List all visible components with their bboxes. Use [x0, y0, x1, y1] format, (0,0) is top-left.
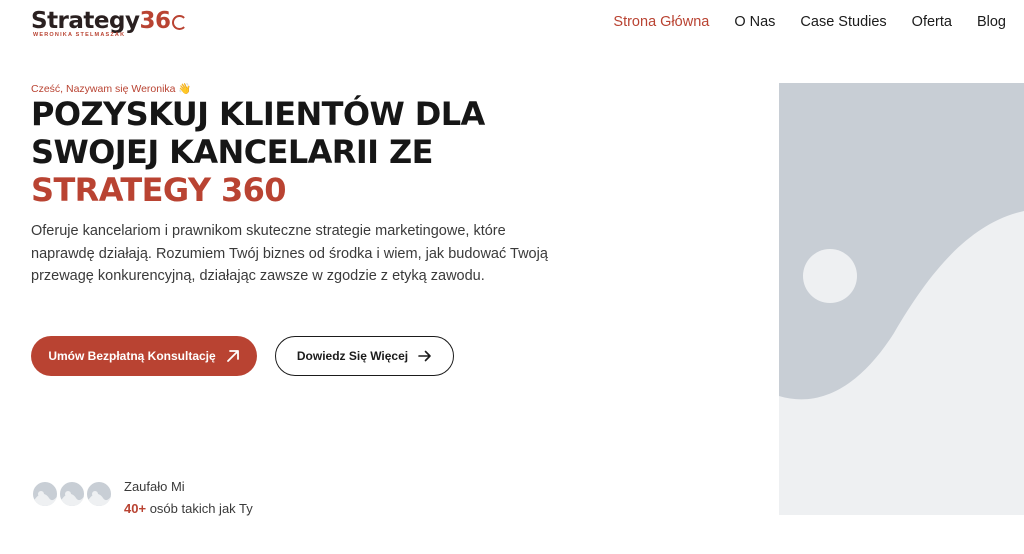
- hero-greeting: Cześć, Nazywam się Weronika 👋: [31, 83, 192, 95]
- headline-line-3: STRATEGY 360: [31, 171, 287, 209]
- client-avatars: [31, 480, 113, 508]
- logo[interactable]: Strategy 36 WERONIKA STELMASZAK: [31, 9, 187, 38]
- headline-line-2: SWOJEJ KANCELARII ZE: [31, 133, 433, 171]
- avatar: [31, 480, 59, 508]
- hero-lead: Oferuje kancelariom i prawnikom skuteczn…: [31, 223, 548, 284]
- trust-subtitle: 40+ osób takich jak Ty: [124, 500, 253, 518]
- arrow-right-icon: [418, 350, 431, 362]
- nav-item-blog[interactable]: Blog: [977, 13, 1006, 31]
- avatar: [58, 480, 86, 508]
- arrow-up-right-icon: [226, 350, 239, 362]
- logo-wordmark: Strategy 36: [31, 9, 187, 33]
- trust-title: Zaufało Mi: [124, 479, 185, 494]
- learn-more-button[interactable]: Dowiedz Się Więcej: [275, 336, 454, 376]
- nav-item-about[interactable]: O Nas: [734, 13, 775, 31]
- nav-item-offer[interactable]: Oferta: [912, 13, 952, 31]
- book-consultation-label: Umów Bezpłatną Konsultację: [48, 349, 216, 363]
- avatar: [85, 480, 113, 508]
- trust-subtitle-text: osób takich jak Ty: [149, 501, 253, 516]
- nav-item-home[interactable]: Strona Główna: [613, 13, 709, 31]
- main-nav: Strona Główna O Nas Case Studies Oferta …: [588, 13, 1006, 31]
- logo-ring-icon: [171, 14, 187, 30]
- headline-line-1: POZYSKUJ KLIENTÓW DLA: [31, 95, 485, 133]
- nav-item-case-studies[interactable]: Case Studies: [800, 13, 886, 31]
- logo-text: Strategy: [31, 8, 140, 34]
- book-consultation-button[interactable]: Umów Bezpłatną Konsultację: [31, 336, 257, 376]
- hero-headline: POZYSKUJ KLIENTÓW DLA SWOJEJ KANCELARII …: [31, 95, 485, 209]
- logo-accent: 36: [139, 8, 171, 34]
- learn-more-label: Dowiedz Się Więcej: [296, 349, 409, 363]
- trust-count: 40+: [124, 501, 147, 516]
- hero-image-placeholder: [779, 83, 1024, 515]
- trust-block: Zaufało Mi 40+ osób takich jak Ty: [124, 478, 253, 518]
- image-placeholder-icon: [779, 211, 1024, 515]
